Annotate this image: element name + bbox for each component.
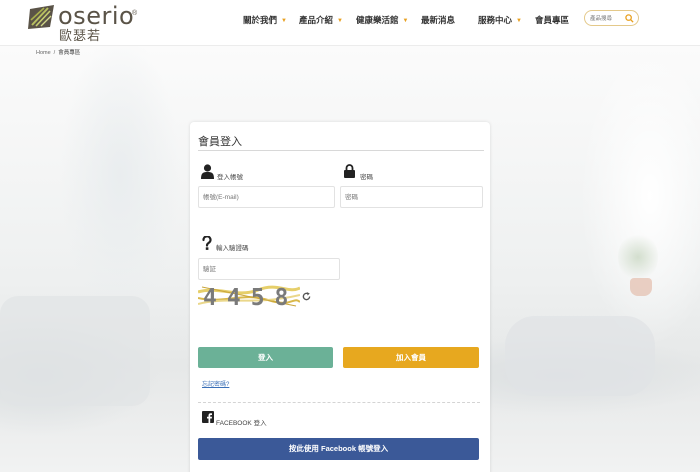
search-icon[interactable] [625,14,634,23]
page-title: 會員登入 [198,136,242,148]
breadcrumb-home[interactable]: Home [36,50,51,56]
chevron-down-icon: ▼ [281,18,287,24]
captcha-input[interactable] [198,258,340,280]
question-icon [202,236,212,250]
logo-registered-mark: ® [132,10,138,17]
nav-item-service[interactable]: 服務中心 ▼ [478,14,522,26]
nav-item-label: 會員專區 [535,15,570,25]
title-divider [198,150,484,151]
breadcrumb-current: 會員專區 [58,50,81,56]
background-sofa [0,296,150,406]
user-icon [201,164,214,179]
facebook-label: FACEBOOK 登入 [216,420,267,427]
captcha-code: 4458 [203,285,298,308]
nav-item-about[interactable]: 關於我們 ▼ [243,14,287,26]
chevron-down-icon: ▼ [516,18,522,24]
chevron-down-icon: ▼ [402,18,409,24]
nav-item-news[interactable]: 最新消息 [421,14,455,26]
nav-item-member[interactable]: 會員專區 [535,14,569,26]
facebook-login-button[interactable]: 按此使用 Facebook 帳號登入 [198,438,479,460]
breadcrumb: Home / 會員專區 [36,48,80,56]
logo-subtitle: 歐瑟若 [59,29,102,44]
nav-item-label: 產品介紹 [299,15,334,25]
refresh-icon[interactable] [302,292,311,301]
login-button[interactable]: 登入 [198,347,333,368]
nav-item-products[interactable]: 產品介紹 ▼ [299,14,343,26]
nav-item-label: 服務中心 [478,15,513,25]
search-input[interactable] [590,13,626,24]
lock-icon [344,164,355,178]
nav-item-label: 關於我們 [243,15,278,25]
section-divider [198,402,480,403]
background-chair [505,316,655,396]
password-input[interactable] [340,186,483,208]
captcha-label: 輸入驗證碼 [216,245,249,252]
join-member-button[interactable]: 加入會員 [343,347,479,368]
background-plant [618,232,658,282]
chevron-down-icon: ▼ [337,18,343,24]
account-input[interactable] [198,186,335,208]
captcha-image: 4458 [198,284,300,308]
search-box [584,10,639,26]
forgot-password-link[interactable]: 忘記密碼? [202,379,229,388]
site-header: oserio ® 歐瑟若 關於我們 ▼ 產品介紹 ▼ 健康樂活館 ▼ 最新消息 服務中… [0,0,700,46]
account-label: 登入帳號 [217,174,243,181]
password-label: 密碼 [360,174,373,181]
logo[interactable]: oserio ® 歐瑟若 [28,2,148,44]
login-card: 會員登入 登入帳號 密碼 輸入驗證碼 4458 登入 加入會員 忘記密碼? F [190,122,490,472]
background-pot [630,278,652,296]
facebook-icon [202,411,214,423]
nav-item-label: 健康樂活館 [356,15,399,25]
logo-mark-icon [28,5,54,29]
nav-item-label: 最新消息 [421,15,456,25]
breadcrumb-separator: / [53,50,56,56]
nav-item-health[interactable]: 健康樂活館 ▼ [356,14,408,26]
